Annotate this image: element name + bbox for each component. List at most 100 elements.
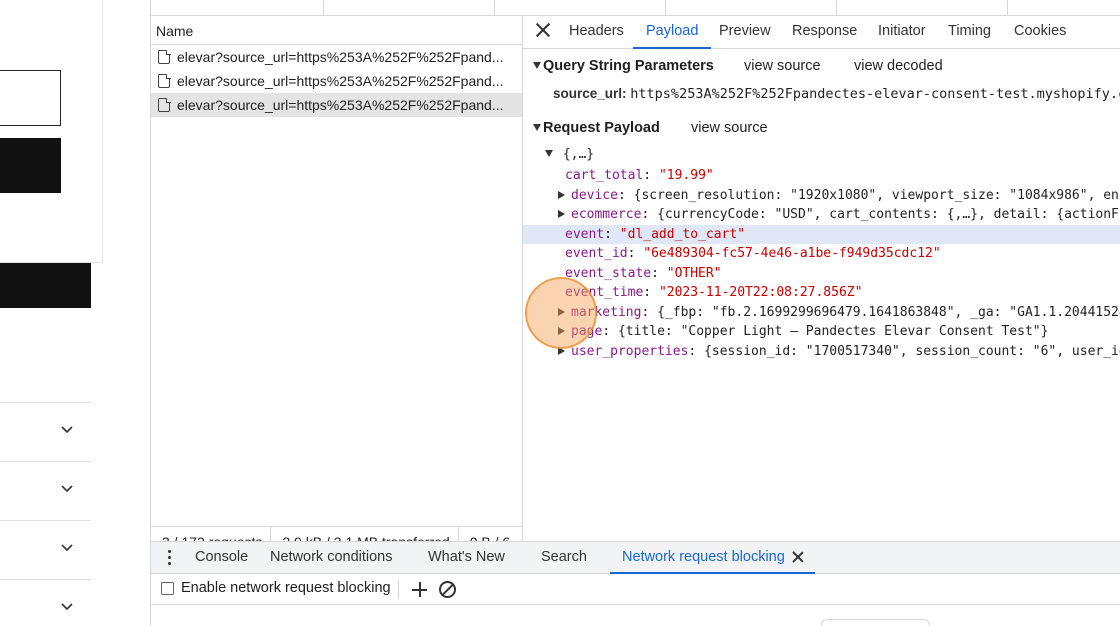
payload-value: {screen_resolution: "1920x1080", viewpor…: [633, 188, 1120, 203]
accordion-row[interactable]: [0, 520, 91, 579]
page-content: [0, 0, 150, 626]
name-column-header[interactable]: Name: [151, 16, 522, 45]
payload-value: "2023-11-20T22:08:27.856Z": [658, 285, 863, 300]
payload-value: "6e489304-fc57-4e46-a1be-f949d35cdc12": [643, 246, 941, 261]
close-tab-icon[interactable]: [793, 552, 803, 562]
payload-key: event_id: [565, 246, 628, 261]
payload-separator: :: [688, 344, 705, 359]
payload-separator: :: [617, 188, 634, 203]
expand-triangle-icon: [545, 150, 553, 157]
payload-separator: :: [627, 246, 644, 261]
chevron-down-icon: [61, 426, 73, 434]
tab-response[interactable]: Response: [792, 16, 857, 49]
request-payload-title: Request Payload: [543, 120, 660, 136]
drawer-tabs: Console Network conditions What's New Se…: [151, 541, 1120, 574]
payload-key: device: [571, 188, 618, 203]
payload-line-ecommerce[interactable]: ecommerce: {currencyCode: "USD", cart_co…: [558, 205, 1120, 224]
tab-preview[interactable]: Preview: [719, 16, 771, 49]
close-icon[interactable]: [536, 23, 550, 37]
payload-line-page[interactable]: page: {title: "Copper Light – Pandectes …: [558, 322, 1048, 341]
payload-separator: :: [641, 207, 658, 222]
timeline-overview[interactable]: [151, 0, 1120, 16]
tab-payload[interactable]: Payload: [633, 16, 712, 49]
tab-headers[interactable]: Headers: [569, 16, 624, 49]
enable-blocking-checkbox[interactable]: [161, 582, 174, 595]
enable-blocking-label[interactable]: Enable network request blocking: [181, 580, 391, 596]
payload-separator: :: [604, 227, 620, 242]
detail-tabs: Headers Payload Preview Response Initiat…: [523, 16, 1120, 49]
chevron-down-icon: [61, 603, 73, 611]
accordion-row[interactable]: [0, 402, 91, 461]
drawer-tab-network-conditions[interactable]: Network conditions: [270, 542, 393, 574]
plus-icon[interactable]: [412, 582, 427, 597]
payload-line-cart-total: cart_total: "19.99": [565, 166, 714, 185]
query-params-title: Query String Parameters: [543, 58, 714, 74]
view-decoded-link[interactable]: view decoded: [854, 58, 943, 74]
request-list: Name elevar?source_url=https%253A%252F%2…: [151, 16, 523, 557]
payload-separator: :: [643, 285, 659, 300]
expand-triangle-icon[interactable]: [558, 191, 565, 199]
drawer-tab-search[interactable]: Search: [541, 542, 587, 574]
toolbar-divider: [398, 580, 399, 599]
chevron-down-icon: [61, 544, 73, 552]
kebab-menu-icon[interactable]: [168, 550, 172, 566]
payload-line-device[interactable]: device: {screen_resolution: "1920x1080",…: [558, 186, 1120, 205]
payload-view-source-link[interactable]: view source: [691, 120, 768, 136]
tab-cookies[interactable]: Cookies: [1014, 16, 1066, 49]
document-icon: [158, 73, 171, 88]
tab-initiator[interactable]: Initiator: [878, 16, 926, 49]
payload-line-event-time: event_time: "2023-11-20T22:08:27.856Z": [565, 283, 862, 302]
payload-root[interactable]: {,…}: [545, 145, 594, 164]
document-icon: [158, 49, 171, 64]
accordion-row[interactable]: [0, 461, 91, 520]
tab-timing[interactable]: Timing: [948, 16, 991, 49]
request-name: elevar?source_url=https%253A%252F%252Fpa…: [177, 73, 504, 89]
chevron-down-icon: [61, 485, 73, 493]
product-card: [0, 0, 103, 263]
payload-key: user_properties: [571, 344, 689, 359]
payload-line-marketing[interactable]: marketing: {_fbp: "fb.2.1699299696479.16…: [558, 303, 1120, 322]
payload-separator: :: [643, 168, 659, 183]
drawer-tab-whats-new[interactable]: What's New: [428, 542, 505, 574]
request-row-selected[interactable]: elevar?source_url=https%253A%252F%252Fpa…: [151, 93, 522, 117]
request-row[interactable]: elevar?source_url=https%253A%252F%252Fpa…: [151, 45, 522, 69]
param-value: https%253A%252F%252Fpandectes-elevar-con…: [630, 86, 1120, 102]
payload-key: ecommerce: [571, 207, 642, 222]
payload-separator: :: [651, 266, 667, 281]
scroll-pill: [821, 619, 930, 626]
request-blocking-toolbar: Enable network request blocking: [151, 574, 1120, 605]
payload-value: {currencyCode: "USD", cart_contents: {,……: [657, 207, 1120, 222]
request-name: elevar?source_url=https%253A%252F%252Fpa…: [177, 97, 504, 113]
add-to-cart-button[interactable]: [0, 138, 61, 193]
payload-line-user-properties[interactable]: user_properties: {session_id: "170051734…: [558, 342, 1120, 361]
expand-triangle-icon[interactable]: [558, 210, 565, 218]
request-blocking-label: Network request blocking: [622, 549, 785, 565]
accordion-row[interactable]: [0, 579, 91, 626]
buy-now-button[interactable]: [0, 263, 91, 308]
block-icon[interactable]: [439, 581, 456, 598]
request-payload-header[interactable]: Request Payload: [533, 120, 660, 136]
payload-value: {session_id: "1700517340", session_count…: [704, 344, 1120, 359]
payload-line-event-id: event_id: "6e489304-fc57-4e46-a1be-f949d…: [565, 244, 941, 263]
query-param-row: source_url: https%253A%252F%252Fpandecte…: [553, 86, 1120, 102]
query-params-header[interactable]: Query String Parameters: [533, 58, 714, 74]
quantity-input[interactable]: [0, 70, 61, 126]
request-name: elevar?source_url=https%253A%252F%252Fpa…: [177, 49, 504, 65]
drawer-tab-console[interactable]: Console: [195, 542, 248, 574]
payload-key: event_state: [565, 266, 652, 281]
param-key: source_url:: [553, 86, 627, 101]
payload-value: "OTHER": [666, 266, 722, 281]
view-source-link[interactable]: view source: [744, 58, 821, 74]
payload-value: {_fbp: "fb.2.1699299696479.1641863848", …: [657, 305, 1120, 320]
request-row[interactable]: elevar?source_url=https%253A%252F%252Fpa…: [151, 69, 522, 93]
collapse-triangle-icon: [533, 62, 541, 69]
collapse-triangle-icon: [533, 124, 541, 131]
payload-value: {title: "Copper Light – Pandectes Elevar…: [617, 324, 1049, 339]
payload-root-summary: {,…}: [562, 147, 595, 162]
payload-value: "19.99": [658, 168, 714, 183]
drawer-tab-request-blocking[interactable]: Network request blocking: [610, 542, 815, 574]
payload-key: event: [565, 227, 605, 242]
devtools-panel: Name elevar?source_url=https%253A%252F%2…: [150, 0, 1120, 626]
payload-separator: :: [602, 324, 618, 339]
payload-key: cart_total: [565, 168, 644, 183]
